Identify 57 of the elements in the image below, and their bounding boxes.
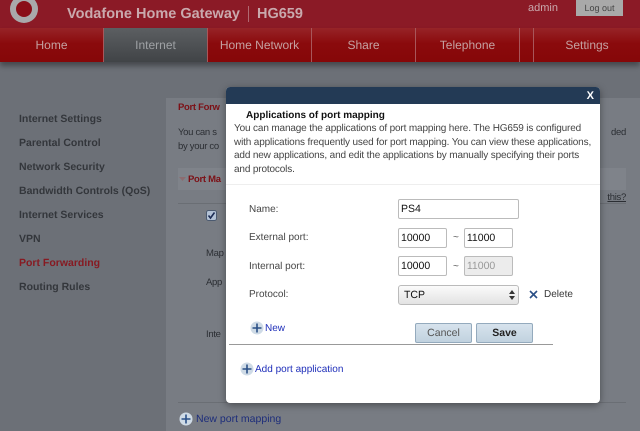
help-link[interactable]: this? bbox=[607, 192, 626, 203]
nav-tab[interactable]: Telephone bbox=[416, 28, 520, 62]
dialog-description: You can manage the applications of port mapping here. The HG659 is configured with applications frequently used for port mapping. You can view these applications, add new applications, and edit the applications by manually specifying their ports and protocols. bbox=[234, 122, 592, 176]
section-title: Port Ma bbox=[188, 174, 221, 184]
sidebar-item[interactable]: Network Security bbox=[19, 160, 105, 184]
intro-text: You can s bbox=[178, 126, 217, 140]
port-from-field[interactable]: 10000 bbox=[398, 228, 447, 248]
sidebar-item[interactable]: Internet Services bbox=[19, 208, 104, 232]
plus-icon bbox=[179, 412, 193, 426]
checkbox[interactable] bbox=[206, 210, 217, 221]
model-name: HG659 bbox=[256, 6, 303, 22]
dialog-title: Applications of port mapping bbox=[246, 110, 386, 121]
delete-link[interactable]: Delete bbox=[529, 289, 573, 300]
range-separator: ~ bbox=[453, 232, 459, 244]
plus-icon bbox=[250, 321, 264, 335]
new-link[interactable]: New bbox=[250, 321, 286, 335]
sidebar-item[interactable]: Bandwidth Controls (QoS) bbox=[19, 184, 150, 208]
nav-tab[interactable]: Settings bbox=[534, 28, 640, 62]
field-label: Inte bbox=[206, 329, 221, 340]
link-text: Delete bbox=[544, 289, 573, 300]
logo-icon bbox=[9, 0, 39, 24]
user-name: admin bbox=[528, 2, 558, 14]
port-to-field[interactable]: 11000 bbox=[464, 228, 513, 248]
new-port-mapping-link[interactable]: New port mapping bbox=[179, 412, 282, 426]
sidebar-item[interactable]: Internet Settings bbox=[19, 112, 102, 136]
field-label: Name: bbox=[249, 204, 280, 215]
field-label: App bbox=[206, 277, 222, 288]
close-icon bbox=[529, 290, 538, 300]
link-text: New port mapping bbox=[196, 413, 282, 425]
save-button[interactable]: Save bbox=[476, 323, 534, 343]
link-text: New bbox=[265, 322, 286, 334]
page-title: Port Forw bbox=[178, 102, 220, 113]
protocol-select[interactable]: TCP bbox=[398, 284, 519, 305]
link-text: Add port application bbox=[255, 364, 344, 374]
close-button[interactable]: X bbox=[586, 90, 594, 102]
field-label: Map bbox=[206, 248, 224, 259]
intro-text: ded bbox=[611, 126, 626, 140]
cancel-button[interactable]: Cancel bbox=[415, 323, 472, 343]
name-field[interactable]: PS4 bbox=[398, 199, 519, 220]
field-label: Protocol: bbox=[249, 289, 290, 300]
range-separator: ~ bbox=[453, 260, 459, 272]
select-value: TCP bbox=[404, 288, 426, 301]
sidebar-item[interactable]: Routing Rules bbox=[19, 280, 90, 304]
sidebar-item[interactable]: Parental Control bbox=[19, 136, 101, 160]
field-label: Internal port: bbox=[249, 260, 306, 272]
updown-arrows-icon bbox=[509, 290, 515, 300]
sidebar-item[interactable]: VPN bbox=[19, 232, 41, 256]
add-port-application-link[interactable]: Add port application bbox=[240, 362, 344, 376]
nav-tab[interactable]: Home Network bbox=[208, 28, 312, 62]
field-label: External port: bbox=[249, 232, 310, 244]
plus-icon bbox=[240, 362, 254, 376]
port-from-field[interactable]: 10000 bbox=[398, 256, 447, 276]
intro-text: by your co bbox=[178, 140, 219, 154]
nav-tab[interactable]: Internet bbox=[104, 28, 208, 62]
brand-title: Vodafone Home Gateway bbox=[67, 6, 240, 22]
nav-tab[interactable]: Share bbox=[312, 28, 416, 62]
logout-button[interactable]: Log out bbox=[576, 0, 623, 16]
